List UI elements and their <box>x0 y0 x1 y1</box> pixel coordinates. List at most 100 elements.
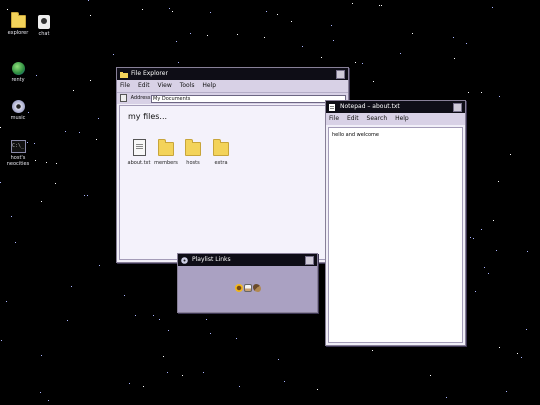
star <box>0 127 1 128</box>
star <box>90 80 91 81</box>
star <box>317 389 318 390</box>
folder-extra[interactable]: extra <box>206 138 236 166</box>
star <box>496 250 497 251</box>
desktop-icon-music[interactable]: music <box>0 100 36 121</box>
playlist-bird-icon[interactable] <box>252 283 261 292</box>
star <box>169 8 170 9</box>
desktop-icon-label: renty <box>11 77 25 83</box>
star <box>446 397 447 398</box>
folder-hosts[interactable]: hosts <box>178 138 208 166</box>
notepad-titlebar[interactable]: Notepad – about.txt <box>326 101 465 113</box>
playlist-window[interactable]: Playlist Links <box>177 253 318 313</box>
cd-icon <box>11 100 25 113</box>
star <box>331 25 332 26</box>
star <box>0 182 1 183</box>
menu-edit[interactable]: Edit <box>138 82 150 89</box>
address-bar: Address My Documents <box>117 92 348 104</box>
star <box>84 195 85 196</box>
desktop-icon-neocities[interactable]: C:\_ host's neocities <box>0 140 36 167</box>
star <box>79 132 80 133</box>
folder-members[interactable]: members <box>151 138 181 166</box>
star <box>400 53 401 54</box>
explorer-menubar: File Edit View Tools Help <box>117 80 348 92</box>
star <box>493 220 494 221</box>
star <box>506 391 507 392</box>
files-heading: my files... <box>128 112 168 121</box>
desktop-icon-label: host's neocities <box>6 155 30 167</box>
star <box>65 131 66 132</box>
star <box>236 338 237 339</box>
star <box>498 181 499 182</box>
star <box>470 237 471 238</box>
playlist-links-row <box>179 283 316 292</box>
star <box>90 15 91 16</box>
playlist-content <box>179 267 316 311</box>
close-button[interactable] <box>336 70 345 79</box>
file-label: about.txt <box>127 160 151 166</box>
star <box>372 350 373 351</box>
star <box>492 7 493 8</box>
file-label: hosts <box>186 160 200 166</box>
desktop-icon-label: music <box>10 115 26 121</box>
star <box>355 62 356 63</box>
star <box>481 92 482 93</box>
star <box>206 319 207 320</box>
close-button[interactable] <box>453 103 462 112</box>
star <box>190 33 191 34</box>
star <box>88 0 89 1</box>
star <box>468 92 469 93</box>
notepad-menubar: File Edit Search Help <box>326 113 465 125</box>
file-explorer-window[interactable]: File Explorer File Edit View Tools Help … <box>116 67 349 263</box>
desktop-icon-chat[interactable]: chat <box>26 15 62 37</box>
star <box>526 329 527 330</box>
star <box>379 5 380 6</box>
menu-help[interactable]: Help <box>395 115 409 122</box>
terminal-icon: C:\_ <box>10 140 26 153</box>
file-about-txt[interactable]: about.txt <box>124 138 154 166</box>
address-input[interactable]: My Documents <box>151 95 346 103</box>
playlist-flower-icon[interactable] <box>234 283 243 292</box>
desktop: explorer chat renty music C:\_ host's ne… <box>0 0 540 405</box>
star <box>333 40 334 41</box>
menu-file[interactable]: File <box>120 82 130 89</box>
notepad-text-area[interactable]: hello and welcome <box>328 127 463 343</box>
star <box>41 355 42 356</box>
playlist-titlebar[interactable]: Playlist Links <box>178 254 317 266</box>
star <box>517 353 518 354</box>
folder-icon <box>10 12 26 28</box>
star <box>113 54 114 55</box>
star <box>176 41 177 42</box>
playlist-cup-icon[interactable] <box>243 283 252 292</box>
star <box>41 201 42 202</box>
notepad-window[interactable]: Notepad – about.txt File Edit Search Hel… <box>325 100 466 346</box>
star <box>73 90 74 91</box>
star <box>167 372 168 373</box>
menu-view[interactable]: View <box>158 82 172 89</box>
star <box>40 392 41 393</box>
star <box>7 9 8 10</box>
star <box>362 63 363 64</box>
star <box>488 273 489 274</box>
star <box>142 9 143 10</box>
star <box>207 35 208 36</box>
star <box>172 11 173 12</box>
star <box>11 216 12 217</box>
star <box>168 330 169 331</box>
star <box>87 195 88 196</box>
desktop-icon-renty[interactable]: renty <box>0 62 36 83</box>
star <box>99 265 100 266</box>
menu-file[interactable]: File <box>329 115 339 122</box>
star <box>71 286 72 287</box>
folder-icon <box>213 139 229 156</box>
star <box>124 295 125 296</box>
explorer-content: my files... about.txt members hosts extr… <box>119 105 346 260</box>
chat-icon <box>38 15 50 29</box>
close-button[interactable] <box>305 256 314 265</box>
menu-search[interactable]: Search <box>367 115 388 122</box>
menu-edit[interactable]: Edit <box>347 115 359 122</box>
explorer-titlebar[interactable]: File Explorer <box>117 68 348 80</box>
menu-help[interactable]: Help <box>202 82 216 89</box>
star <box>153 315 154 316</box>
menu-tools[interactable]: Tools <box>180 82 195 89</box>
star <box>484 267 485 268</box>
